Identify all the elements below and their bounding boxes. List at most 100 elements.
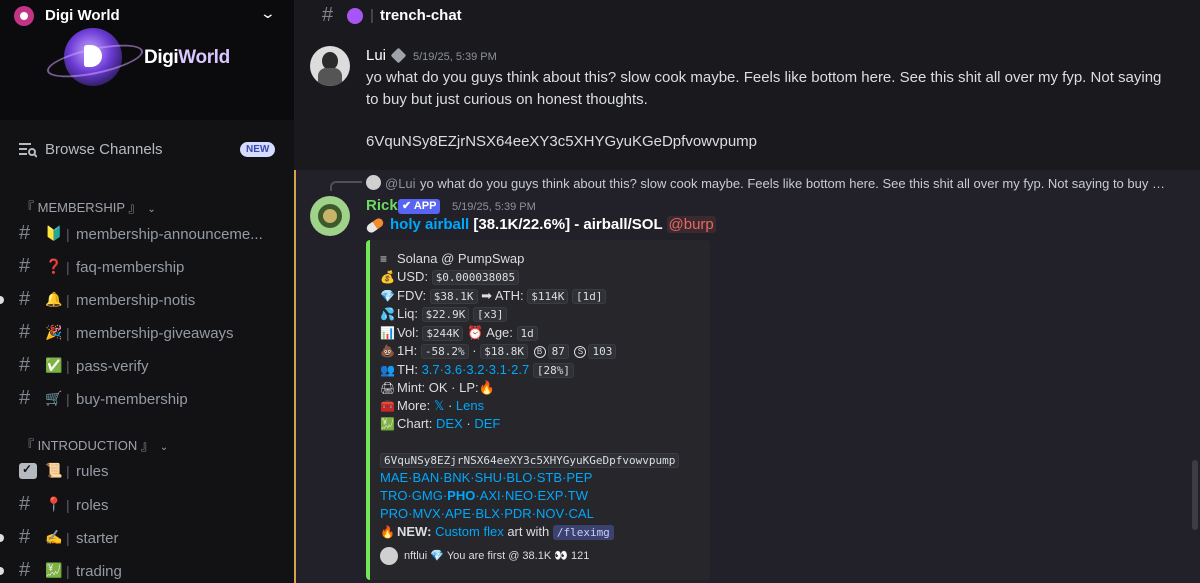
channel-membership-giveaways[interactable]: # 🎉 | membership-giveaways [0,319,294,347]
text-channel-icon: # [19,321,31,343]
channel-name: trading [76,563,122,580]
top-holders-links[interactable]: 3.7·3.6·3.2·3.1·2.7 [422,362,530,377]
token-link[interactable]: holy airball [390,216,469,233]
avatar[interactable] [310,46,350,86]
bar-chart-icon: 📊 [380,326,395,340]
writing-hand-icon: ✍️ [45,529,63,545]
message-author[interactable]: Lui [366,47,386,64]
unread-indicator [0,534,4,542]
mention-indicator-bar [294,170,296,583]
chart-icon: 💹 [380,417,395,431]
text-channel-icon: # [19,255,31,277]
printer-icon: 🖨 [380,381,396,395]
text-channel-icon: # [19,387,31,409]
app-badge: ✔ APP [398,199,441,214]
bot-embed: ≡ Solana @ PumpSwap 💰 USD: $0.000038085 💎 F… [366,240,710,580]
role-badge-icon [390,47,407,64]
unread-indicator [0,296,4,304]
server-header[interactable]: Digi World ⌄ DigiWorld [0,0,294,120]
reply-mention[interactable]: @Lui [385,176,416,191]
sells-icon: S [574,345,587,358]
channel-name: starter [76,530,119,547]
text-channel-icon: # [19,526,31,548]
token-summary: [38.1K/22.6%] - airball/SOL [469,216,667,233]
reply-connector [330,181,362,191]
scrollbar[interactable] [1192,460,1198,530]
new-badge: NEW [240,142,276,157]
chart-icon: 💹 [45,562,63,578]
channel-name: membership-giveaways [76,325,234,342]
message-contract-address: 6VquNSy8EZjrNSX64eeXY3c5XHYGyuKGeDpfvowv… [366,133,758,150]
custom-flex-link[interactable]: Custom flex [435,524,504,539]
beginner-icon: 🔰 [45,225,63,241]
clock-icon: ⏰ [467,325,484,340]
channel-name: faq-membership [76,259,185,276]
cart-icon: 🛒 [45,390,63,406]
pin-icon: 📍 [45,496,63,512]
channel-membership-notis[interactable]: # 🔔 | membership-notis [0,286,294,314]
category-membership[interactable]: 『 MEMBERSHIP 』 ⌄ [21,197,156,216]
reply-preview[interactable]: yo what do you guys think about this? sl… [420,176,1165,191]
channel-name: roles [76,497,109,514]
channel-name: membership-notis [76,292,196,309]
server-name[interactable]: Digi World [45,7,120,24]
channel-starter[interactable]: # ✍️ | starter [0,524,294,552]
browse-channels-icon [19,143,37,158]
poop-icon: 💩 [380,344,395,358]
fleximg-command[interactable]: /fleximg [552,525,614,540]
embed-chain: ≡ Solana @ PumpSwap [380,251,525,266]
embed-links-row-2[interactable]: TRO·GMG·PHO·AXI·NEO·EXP·TW [380,487,588,505]
footer-avatar [380,547,398,565]
browse-channels[interactable]: Browse Channels NEW [0,138,294,162]
channel-buy-membership[interactable]: # 🛒 | buy-membership [0,385,294,413]
channel-trading[interactable]: # 💹 | trading [0,557,294,583]
money-bag-icon: 💰 [380,270,395,284]
party-icon: 🎉 [45,324,63,340]
embed-links-row-3[interactable]: PRO·MVX·APE·BLX·PDR·NOV·CAL [380,505,594,523]
reply-avatar[interactable] [366,175,381,190]
fire-icon: 🔥 [478,380,495,395]
browse-channels-label: Browse Channels [45,141,163,158]
check-icon: ✅ [45,357,63,373]
channel-name: membership-announceme... [76,226,263,243]
embed-top-holders: 👥 TH: 3.7·3.6·3.2·3.1·2.7 [28%] [380,361,575,380]
channel-faq-membership[interactable]: # ❓ | faq-membership [0,253,294,281]
chevron-down-icon: ⌄ [159,442,169,453]
sidebar: Digi World ⌄ DigiWorld Browse Channels N… [0,0,294,583]
server-icon [14,6,34,26]
channel-title: trench-chat [380,7,462,24]
def-link[interactable]: DEF [474,416,500,431]
lens-link[interactable]: Lens [456,398,484,413]
embed-contract-address[interactable]: 6VquNSy8EZjrNSX64eeXY3c5XHYGyuKGeDpfvowv… [380,451,680,470]
embed-links-row-1[interactable]: MAE·BAN·BNK·SHU·BLO·STB·PEP [380,469,592,487]
buys-icon: B [533,345,546,358]
category-introduction[interactable]: 『 INTRODUCTION 』 ⌄ [21,435,168,454]
channel-rules[interactable]: 📜 | rules [0,457,294,485]
text-channel-icon: # [19,222,31,244]
question-icon: ❓ [45,258,63,274]
channel-membership-announcements[interactable]: # 🔰 | membership-announceme... [0,220,294,248]
text-channel-icon: # [19,559,31,581]
server-banner-title: DigiWorld [144,47,230,68]
text-channel-icon: # [322,4,334,26]
bell-icon: 🔔 [45,291,63,307]
chevron-down-icon: ⌄ [147,204,156,215]
avatar[interactable] [310,196,350,236]
user-mention[interactable]: @burp [666,216,716,233]
text-channel-icon: # [19,354,31,376]
embed-vol: 📊 Vol: $244K ⏰ Age: 1d [380,324,538,343]
message-author[interactable]: Rick [366,197,398,214]
channel-name: pass-verify [76,358,149,375]
embed-usd: 💰 USD: $0.000038085 [380,268,520,287]
chevron-down-icon[interactable]: ⌄ [260,5,276,22]
text-channel-icon: # [19,288,31,310]
diamond-icon: 💎 [380,289,395,303]
channel-pass-verify[interactable]: # ✅ | pass-verify [0,352,294,380]
channel-roles[interactable]: # 📍 | roles [0,491,294,519]
scroll-icon: 📜 [45,462,63,478]
embed-more: 🧰 More: 𝕏 · Lens [380,398,485,413]
x-link[interactable]: 𝕏 [434,398,444,413]
droplets-icon: 💦 [380,307,395,321]
text-channel-icon: # [19,493,31,515]
dex-link[interactable]: DEX [436,416,463,431]
